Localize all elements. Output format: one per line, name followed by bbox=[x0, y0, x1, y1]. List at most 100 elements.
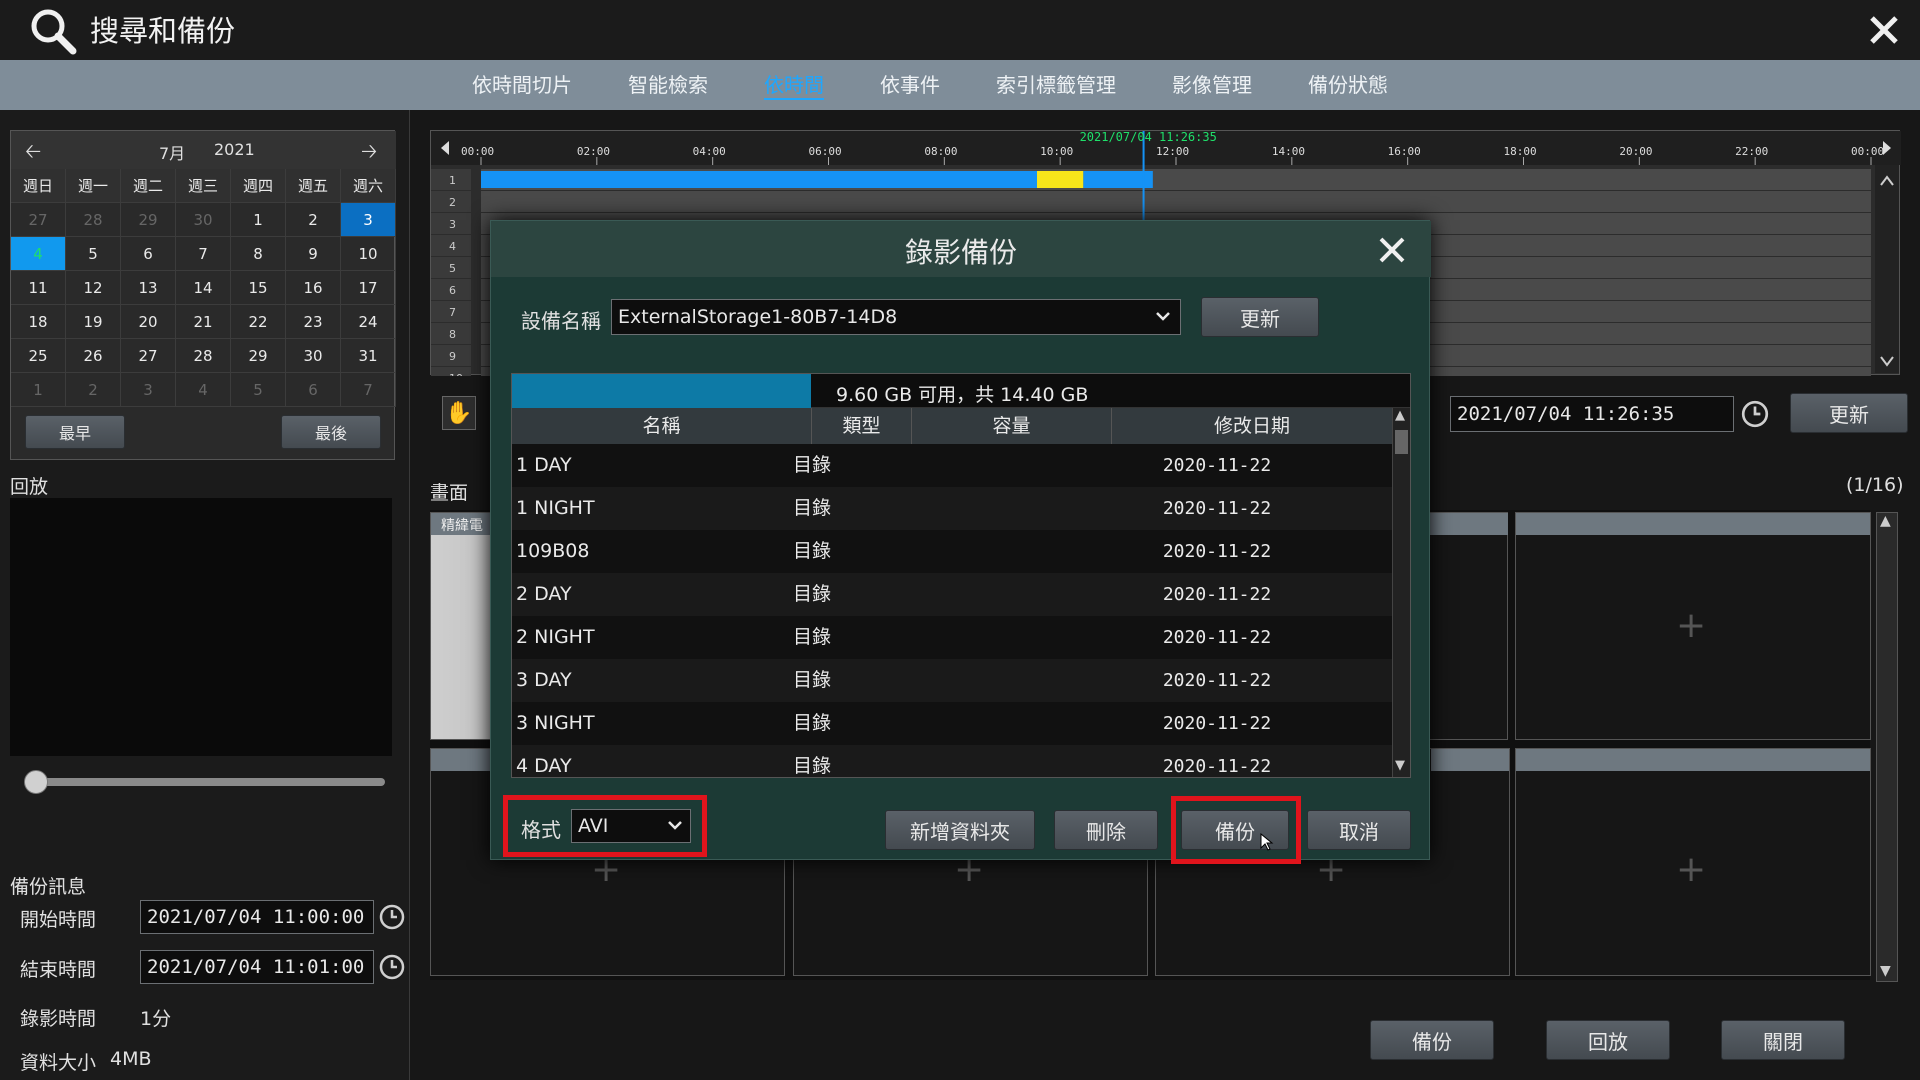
timeline-datetime-field[interactable]: 2021/07/04 11:26:35 bbox=[1450, 396, 1734, 432]
timeline-scrollbar[interactable] bbox=[1875, 165, 1899, 373]
scroll-down-icon[interactable]: ▼ bbox=[1880, 963, 1891, 979]
footer-backup-button[interactable]: 備份 bbox=[1370, 1020, 1494, 1060]
calendar-day[interactable]: 12 bbox=[66, 271, 121, 305]
table-row[interactable]: 3 DAY目錄2020-11-22 02:58:40 bbox=[512, 659, 1392, 734]
clock-icon[interactable] bbox=[378, 903, 406, 931]
next-month-icon[interactable]: 🡢 bbox=[361, 137, 377, 171]
recording-segment[interactable] bbox=[481, 171, 1037, 188]
recording-segment[interactable] bbox=[1037, 171, 1084, 188]
playback-slider-track[interactable] bbox=[30, 778, 385, 786]
calendar-day[interactable]: 27 bbox=[11, 203, 66, 237]
add-camera-icon[interactable]: + bbox=[1676, 605, 1706, 646]
hand-tool-icon[interactable]: ✋ bbox=[442, 396, 476, 430]
table-row[interactable]: 1 DAY目錄2020-11-22 02:58:38 bbox=[512, 444, 1392, 519]
playback-slider-knob[interactable] bbox=[24, 770, 48, 794]
calendar-day[interactable]: 30 bbox=[286, 339, 341, 373]
dialog-cancel-button[interactable]: 取消 bbox=[1307, 810, 1411, 850]
calendar-day[interactable]: 24 bbox=[341, 305, 396, 339]
tab-image-management[interactable]: 影像管理 bbox=[1172, 60, 1252, 110]
table-row[interactable]: 3 NIGHT 目錄 2020-11-22 02:58:42 bbox=[512, 702, 1392, 777]
channel-row[interactable] bbox=[481, 191, 1871, 212]
scroll-down-icon[interactable]: ▼ bbox=[1395, 758, 1405, 773]
table-row[interactable]: 1 NIGHT目錄2020-11-22 02:58:38 bbox=[512, 487, 1392, 562]
calendar-day[interactable]: 3 bbox=[121, 373, 176, 407]
end-time-field[interactable]: 2021/07/04 11:01:00 bbox=[140, 950, 374, 984]
new-folder-button[interactable]: 新增資料夾 bbox=[885, 810, 1035, 850]
table-row[interactable]: 2 DAY目錄2020-11-22 02:58:38 bbox=[512, 573, 1392, 648]
dialog-backup-button[interactable]: 備份 bbox=[1181, 810, 1289, 851]
calendar-day[interactable]: 29 bbox=[121, 203, 176, 237]
calendar-day[interactable]: 2 bbox=[66, 373, 121, 407]
calendar-day[interactable]: 31 bbox=[341, 339, 396, 373]
latest-button[interactable]: 最後 bbox=[281, 415, 381, 449]
calendar-day[interactable]: 29 bbox=[231, 339, 286, 373]
close-icon[interactable] bbox=[1866, 12, 1902, 48]
tab-backup-status[interactable]: 備份狀態 bbox=[1308, 60, 1388, 110]
calendar-day[interactable]: 14 bbox=[176, 271, 231, 305]
calendar-day[interactable]: 5 bbox=[231, 373, 286, 407]
calendar-day[interactable]: 25 bbox=[11, 339, 66, 373]
prev-month-icon[interactable]: 🡠 bbox=[25, 137, 41, 171]
calendar-day[interactable]: 9 bbox=[286, 237, 341, 271]
calendar-day[interactable]: 21 bbox=[176, 305, 231, 339]
calendar-day[interactable]: 30 bbox=[176, 203, 231, 237]
tab-time-slice[interactable]: 依時間切片 bbox=[472, 60, 572, 110]
tab-by-event[interactable]: 依事件 bbox=[880, 60, 940, 110]
calendar-day[interactable]: 8 bbox=[231, 237, 286, 271]
calendar-day[interactable]: 17 bbox=[341, 271, 396, 305]
calendar-day[interactable]: 2 bbox=[286, 203, 341, 237]
calendar-day[interactable]: 15 bbox=[231, 271, 286, 305]
calendar-day[interactable]: 18 bbox=[11, 305, 66, 339]
clock-icon[interactable] bbox=[1740, 399, 1770, 429]
calendar-day[interactable]: 3 bbox=[341, 203, 396, 237]
scroll-up-icon[interactable]: ▲ bbox=[1395, 408, 1405, 423]
calendar-day[interactable]: 22 bbox=[231, 305, 286, 339]
calendar-day[interactable]: 7 bbox=[176, 237, 231, 271]
column-name[interactable]: 名稱 bbox=[512, 408, 812, 444]
scroll-thumb[interactable] bbox=[1395, 430, 1408, 454]
table-scrollbar[interactable]: ▲ ▼ bbox=[1392, 408, 1410, 777]
calendar-day[interactable]: 4 bbox=[176, 373, 231, 407]
format-select[interactable]: AVI bbox=[571, 809, 691, 843]
column-type[interactable]: 類型 bbox=[812, 408, 912, 444]
footer-playback-button[interactable]: 回放 bbox=[1546, 1020, 1670, 1060]
calendar-day[interactable]: 10 bbox=[341, 237, 396, 271]
calendar-day[interactable]: 23 bbox=[286, 305, 341, 339]
calendar-day[interactable]: 6 bbox=[121, 237, 176, 271]
calendar-day[interactable]: 16 bbox=[286, 271, 341, 305]
calendar-day[interactable]: 26 bbox=[66, 339, 121, 373]
recording-segment[interactable] bbox=[1083, 171, 1153, 188]
calendar-day[interactable]: 28 bbox=[176, 339, 231, 373]
table-row[interactable]: 2 NIGHT目錄2020-11-22 02:58:40 bbox=[512, 616, 1392, 691]
column-size[interactable]: 容量 bbox=[912, 408, 1112, 444]
calendar-day[interactable]: 28 bbox=[66, 203, 121, 237]
start-time-field[interactable]: 2021/07/04 11:00:00 bbox=[140, 900, 374, 934]
calendar-day[interactable]: 19 bbox=[66, 305, 121, 339]
add-camera-icon[interactable]: + bbox=[1676, 849, 1706, 890]
table-row[interactable]: 109B08目錄2020-11-22 02:58:54 bbox=[512, 530, 1392, 605]
calendar-day[interactable]: 1 bbox=[11, 373, 66, 407]
tab-smart-search[interactable]: 智能檢索 bbox=[628, 60, 708, 110]
dialog-close-icon[interactable] bbox=[1377, 235, 1407, 265]
scroll-up-icon[interactable]: ▲ bbox=[1880, 513, 1891, 529]
calendar-day[interactable]: 20 bbox=[121, 305, 176, 339]
footer-close-button[interactable]: 關閉 bbox=[1721, 1020, 1845, 1060]
tab-by-time[interactable]: 依時間 bbox=[764, 60, 824, 110]
delete-button[interactable]: 刪除 bbox=[1054, 810, 1158, 850]
earliest-button[interactable]: 最早 bbox=[25, 415, 125, 449]
calendar-day[interactable]: 4 bbox=[11, 237, 66, 271]
column-modified-date[interactable]: 修改日期 bbox=[1112, 408, 1392, 444]
calendar-day[interactable]: 6 bbox=[286, 373, 341, 407]
camera-tile[interactable] bbox=[1430, 512, 1508, 740]
camera-tile[interactable]: + bbox=[1515, 512, 1871, 740]
calendar-day[interactable]: 5 bbox=[66, 237, 121, 271]
playback-video[interactable] bbox=[10, 498, 392, 756]
tab-tag-management[interactable]: 索引標籤管理 bbox=[996, 60, 1116, 110]
clock-icon[interactable] bbox=[378, 953, 406, 981]
camera-tile[interactable]: + bbox=[1515, 748, 1871, 976]
table-row[interactable]: 4 DAY 目錄 2020-11-22 02:58:42 bbox=[512, 745, 1392, 777]
calendar-day[interactable]: 7 bbox=[341, 373, 396, 407]
device-refresh-button[interactable]: 更新 bbox=[1201, 297, 1319, 337]
calendar-day[interactable]: 1 bbox=[231, 203, 286, 237]
calendar-day[interactable]: 13 bbox=[121, 271, 176, 305]
